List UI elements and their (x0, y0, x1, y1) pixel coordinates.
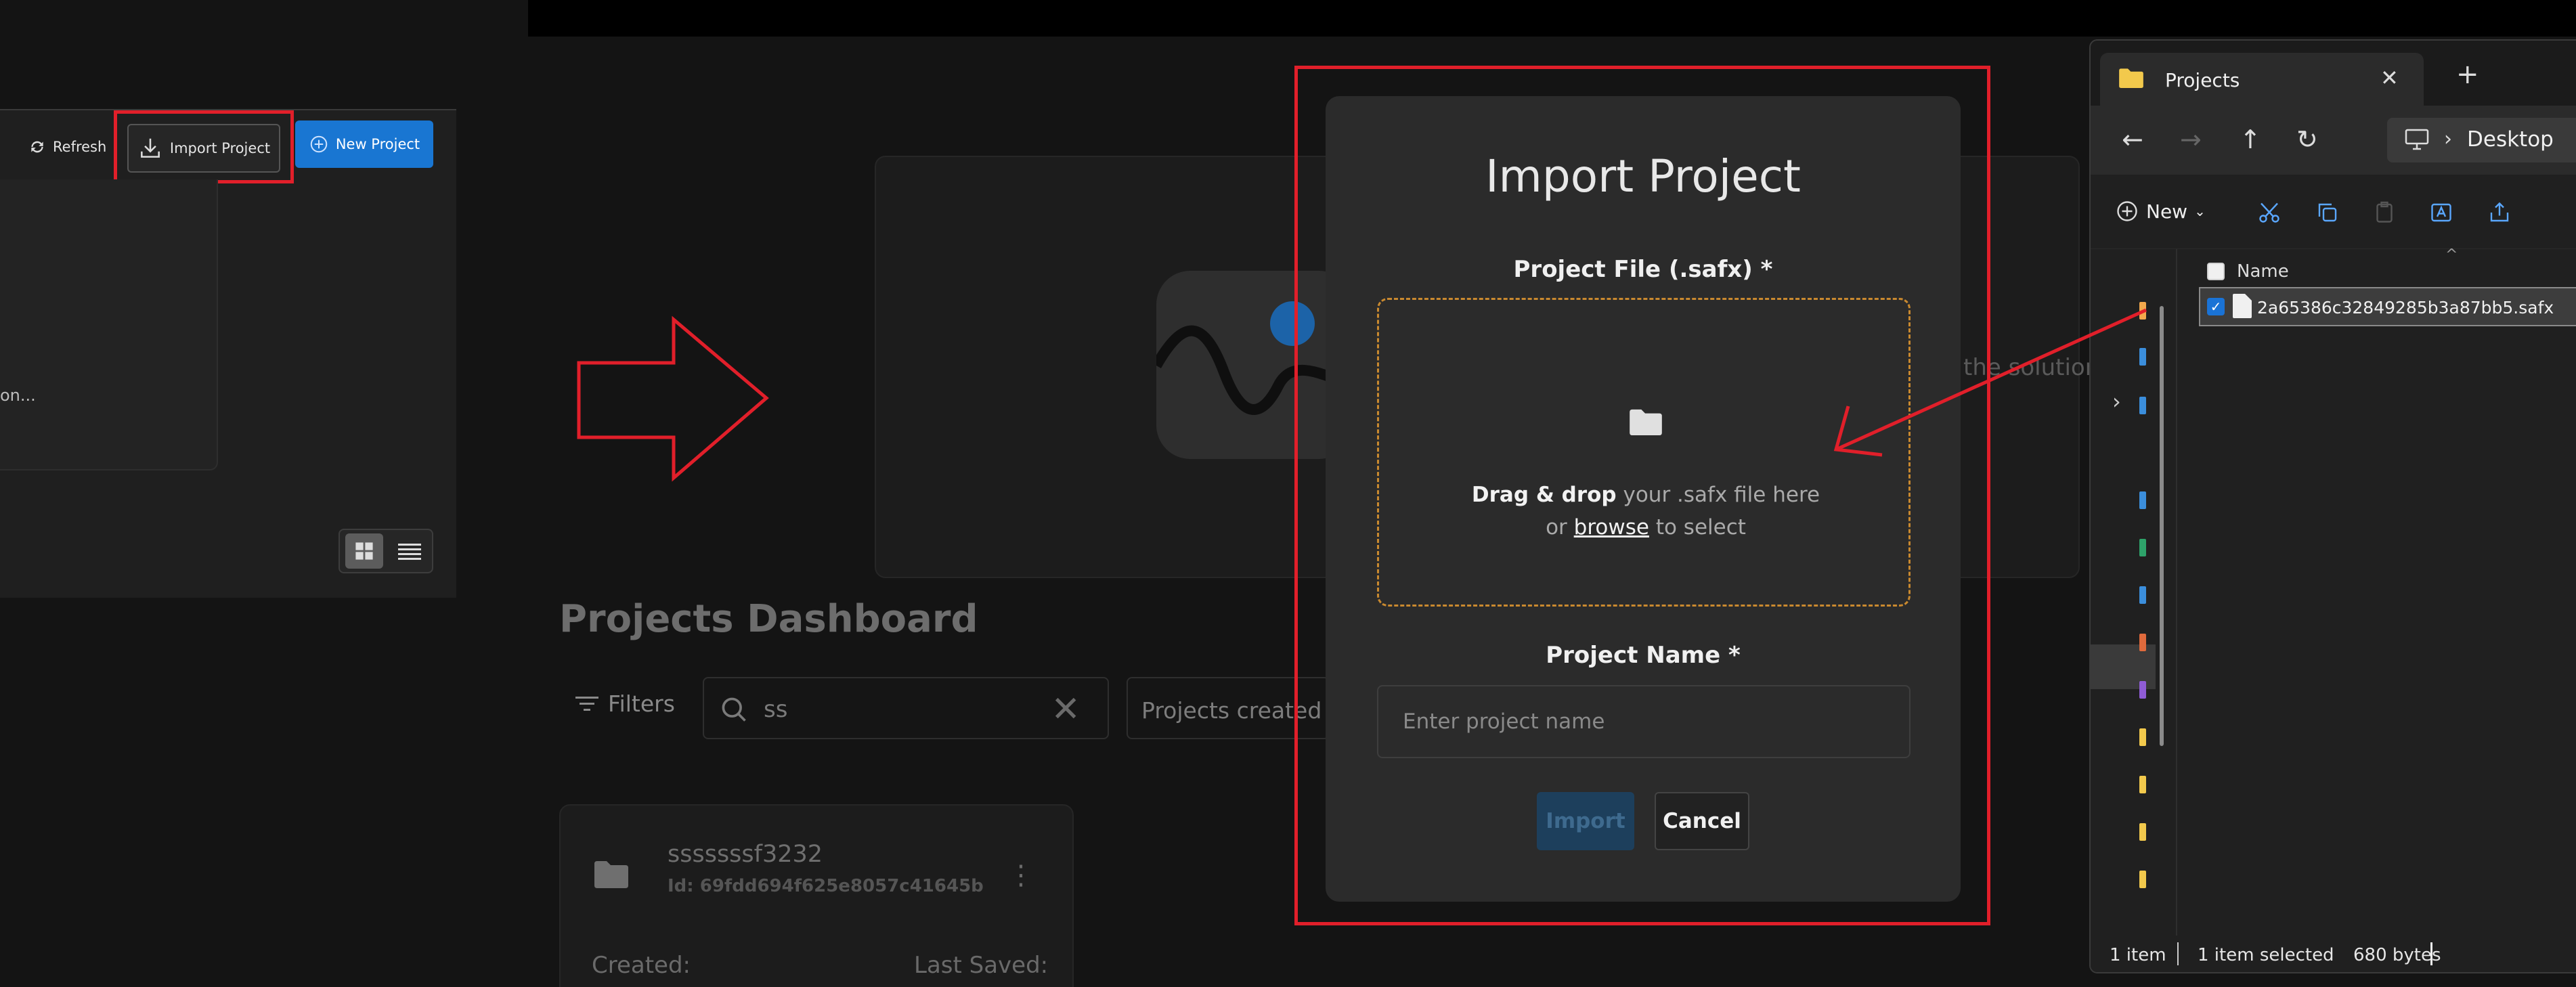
explorer-tab-bar: Projects ✕ + (2091, 41, 2576, 106)
chevron-right-icon[interactable]: › (2112, 389, 2121, 414)
status-divider (2177, 942, 2179, 965)
file-icon (2233, 294, 2252, 318)
search-icon (722, 697, 746, 722)
selected-count: 1 item selected (2198, 945, 2334, 965)
filters-button[interactable]: Filters (575, 690, 675, 717)
project-card-partial[interactable]: on... (0, 179, 218, 470)
new-tab-icon[interactable]: + (2456, 61, 2479, 88)
nav-item-icon[interactable] (2139, 871, 2146, 888)
view-toggle (339, 529, 433, 573)
nav-item-icon[interactable] (2139, 681, 2146, 699)
new-project-label: New Project (335, 136, 420, 152)
status-divider (2430, 942, 2432, 965)
plus-circle-icon (2117, 201, 2137, 221)
filters-label: Filters (608, 690, 675, 717)
item-count: 1 item (2110, 945, 2166, 965)
nav-scrollbar[interactable] (2160, 306, 2164, 746)
close-icon[interactable]: ✕ (2380, 65, 2399, 91)
nav-item-icon[interactable] (2139, 539, 2146, 556)
import-highlight-box (114, 110, 294, 183)
copy-icon[interactable] (2315, 200, 2340, 225)
created-label: Created: (592, 952, 691, 979)
column-name-header[interactable]: Name (2237, 261, 2289, 282)
list-icon (398, 544, 421, 560)
address-input[interactable]: › Desktop (2387, 118, 2576, 162)
refresh-label: Refresh (53, 139, 107, 155)
explorer-toolbar: New ⌄ (2091, 175, 2576, 249)
last-saved-label: Last Saved: (914, 952, 1049, 979)
sort-caret-icon: ^ (2445, 246, 2458, 263)
project-name: sssssssf3232 (668, 841, 823, 868)
nav-item-icon[interactable] (2139, 823, 2146, 841)
nav-item-icon[interactable] (2139, 302, 2146, 320)
folder-icon (2119, 68, 2143, 88)
cut-icon[interactable] (2257, 200, 2282, 225)
nav-item-icon[interactable] (2139, 348, 2146, 366)
refresh-button[interactable]: Refresh (28, 133, 106, 160)
nav-item-icon[interactable] (2139, 776, 2146, 793)
selected-size: 680 bytes (2353, 945, 2441, 965)
select-all-checkbox[interactable] (2207, 263, 2225, 280)
file-row[interactable]: ✓ 2a65386c32849285b3a87bb5.safx (2199, 287, 2576, 326)
new-button[interactable]: New ⌄ (2115, 199, 2206, 223)
plus-circle-icon (310, 135, 328, 153)
annotation-arrow-right (577, 315, 769, 482)
new-label: New (2146, 200, 2188, 223)
more-options-icon[interactable]: ⋮ (1007, 860, 1034, 891)
search-value: ss (764, 696, 788, 723)
row-checkbox[interactable]: ✓ (2207, 298, 2225, 315)
address-text: Desktop (2467, 127, 2554, 152)
paste-icon[interactable] (2372, 200, 2397, 225)
status-bar: 1 item 1 item selected 680 bytes (2091, 936, 2576, 972)
navigation-pane: › (2091, 249, 2177, 967)
dialog-highlight-box (1294, 66, 1990, 925)
project-id: Id: 69fdd694f625e8057c41645b (668, 876, 984, 896)
file-name: 2a65386c32849285b3a87bb5.safx (2257, 298, 2554, 317)
file-explorer-window: Projects ✕ + ← → ↑ ↻ › Desktop New ⌄ › N… (2089, 39, 2576, 973)
grid-view-button[interactable] (345, 533, 383, 569)
toolbar-inset: Refresh Import Project New Project on... (0, 109, 456, 598)
filter-icon (575, 696, 598, 711)
nav-item-icon[interactable] (2139, 634, 2146, 651)
refresh-icon (31, 141, 43, 153)
nav-item-icon[interactable] (2139, 491, 2146, 509)
refresh-icon[interactable]: ↻ (2296, 125, 2318, 154)
explorer-tab[interactable]: Projects ✕ (2100, 53, 2424, 106)
up-icon[interactable]: ↑ (2240, 125, 2261, 154)
explorer-address-bar: ← → ↑ ↻ › Desktop (2091, 106, 2576, 175)
forward-icon[interactable]: → (2180, 125, 2202, 154)
share-icon[interactable] (2487, 200, 2512, 225)
nav-item-icon[interactable] (2139, 728, 2146, 746)
new-project-button[interactable]: New Project (295, 120, 433, 168)
card-description: on... (0, 386, 36, 405)
clear-icon[interactable]: ✕ (1051, 689, 1080, 730)
back-icon[interactable]: ← (2122, 125, 2143, 154)
folder-icon (594, 861, 628, 888)
list-view-button[interactable] (393, 533, 427, 569)
tab-title: Projects (2165, 69, 2240, 91)
chevron-down-icon: ⌄ (2194, 203, 2206, 219)
screenshot-stage: Refresh Import Project New Project on...… (0, 0, 2576, 987)
project-card[interactable]: sssssssf3232 Id: 69fdd694f625e8057c41645… (559, 804, 1074, 987)
app-top-bar (528, 0, 2576, 37)
grid-icon (355, 542, 373, 560)
rename-icon[interactable] (2429, 200, 2453, 225)
chevron-right-icon: › (2444, 127, 2452, 151)
search-input[interactable]: ss ✕ (703, 677, 1109, 739)
nav-item-icon[interactable] (2139, 586, 2146, 604)
computer-icon (2405, 129, 2429, 150)
page-title: Projects Dashboard (559, 597, 978, 641)
nav-item-icon[interactable] (2139, 397, 2146, 414)
